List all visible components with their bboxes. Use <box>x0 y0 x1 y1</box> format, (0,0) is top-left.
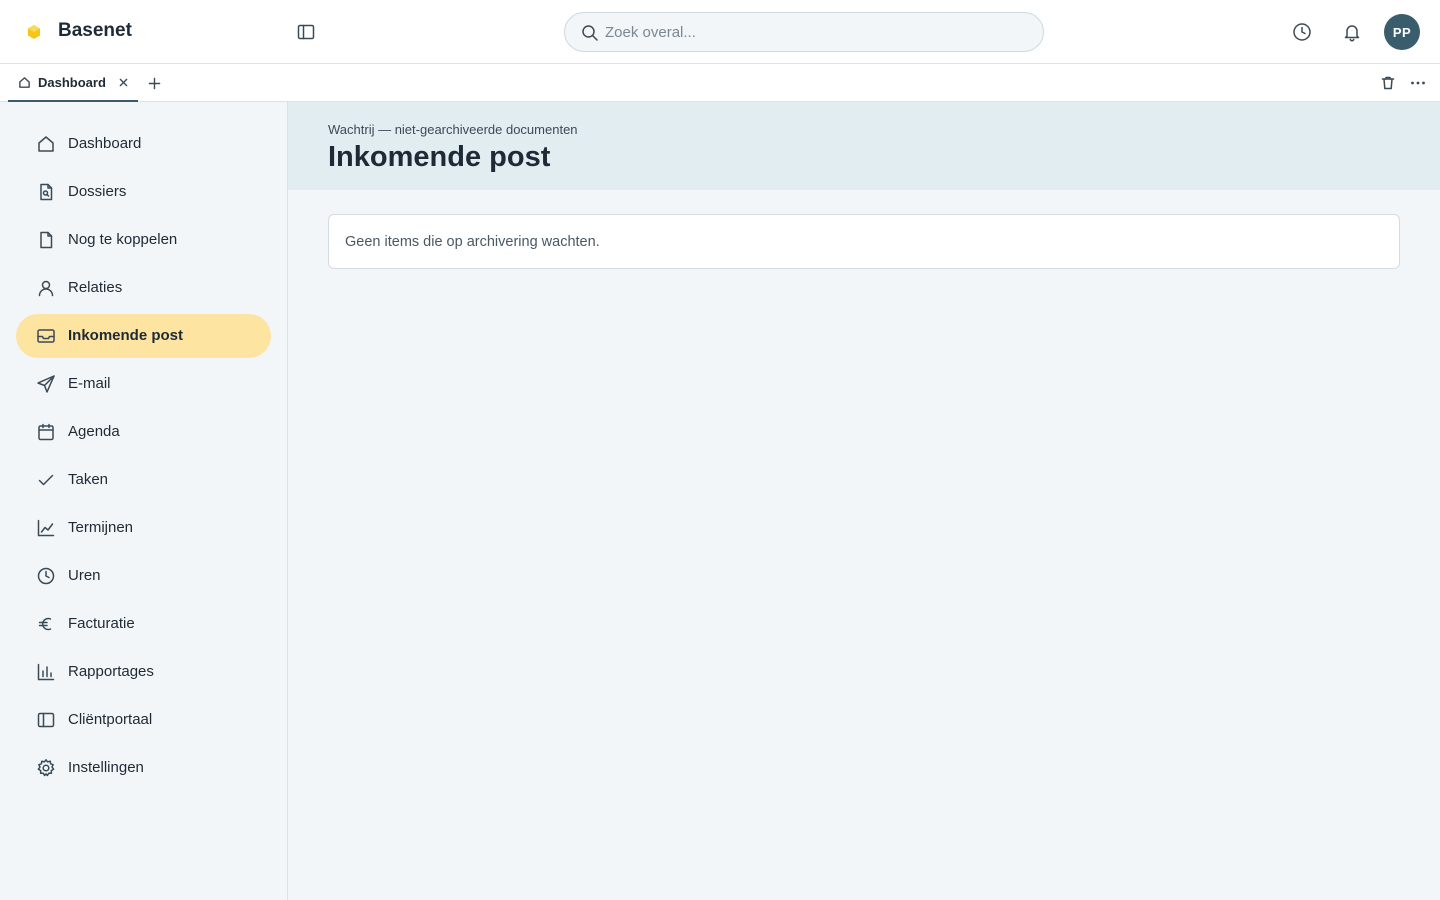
sidebar-item-label: Uren <box>68 567 101 584</box>
empty-state-card: Geen items die op archivering wachten. <box>328 214 1400 269</box>
basenet-logo-icon[interactable] <box>24 20 44 44</box>
home-icon <box>36 134 56 154</box>
user-icon <box>36 278 56 298</box>
sidebar-item-label: Agenda <box>68 423 120 440</box>
sidebar-item-nog-te-koppelen[interactable]: Nog te koppelen <box>16 218 271 262</box>
home-icon <box>18 75 32 89</box>
sidebar-item-rapportages[interactable]: Rapportages <box>16 650 271 694</box>
sidebar-item-instellingen[interactable]: Instellingen <box>16 746 271 790</box>
search-icon <box>581 24 599 42</box>
sidebar-item-label: Rapportages <box>68 663 154 680</box>
sidebar-item-termijnen[interactable]: Termijnen <box>16 506 271 550</box>
file-search-icon <box>36 182 56 202</box>
page-header: Wachtrij — niet-gearchiveerde documenten… <box>288 102 1440 190</box>
empty-state-message: Geen items die op archivering wachten. <box>345 234 600 250</box>
panel-icon <box>36 710 56 730</box>
more-options-icon[interactable] <box>1409 75 1427 91</box>
sidebar-item-dossiers[interactable]: Dossiers <box>16 170 271 214</box>
brand-name: Basenet <box>58 20 132 41</box>
search-input[interactable] <box>605 13 1025 51</box>
sidebar-item-label: Termijnen <box>68 519 134 536</box>
euro-icon <box>36 614 56 634</box>
sidebar-toggle-icon[interactable] <box>294 20 318 44</box>
history-clock-icon[interactable] <box>1290 20 1314 44</box>
sidebar-item-clientportaal[interactable]: Cliëntportaal <box>16 698 271 742</box>
line-chart-icon <box>36 518 56 538</box>
file-icon <box>36 230 56 250</box>
tab-dashboard[interactable]: Dashboard <box>8 64 138 102</box>
sidebar-item-label: Nog te koppelen <box>68 231 178 248</box>
sidebar-item-inkomende-post[interactable]: Inkomende post <box>16 314 271 358</box>
page-subtitle: Wachtrij — niet-gearchiveerde documenten <box>328 122 578 137</box>
add-tab-plus-icon[interactable] <box>146 75 162 91</box>
sidebar-item-label: Relaties <box>68 279 123 296</box>
page-title: Inkomende post <box>328 141 551 173</box>
close-icon[interactable] <box>117 76 129 88</box>
calendar-icon <box>36 422 56 442</box>
gear-icon <box>36 758 56 778</box>
trash-icon[interactable] <box>1380 75 1396 91</box>
bell-icon[interactable] <box>1340 20 1364 44</box>
sidebar-item-label: Dossiers <box>68 183 127 200</box>
tab-label: Dashboard <box>38 74 106 90</box>
sidebar-item-label: Facturatie <box>68 615 135 632</box>
sidebar-item-e-mail[interactable]: E-mail <box>16 362 271 406</box>
bar-chart-icon <box>36 662 56 682</box>
sidebar-item-dashboard[interactable]: Dashboard <box>16 122 271 166</box>
sidebar-item-label: Dashboard <box>68 135 142 152</box>
sidebar-item-uren[interactable]: Uren <box>16 554 271 598</box>
sidebar-item-label: E-mail <box>68 375 111 392</box>
sidebar-item-agenda[interactable]: Agenda <box>16 410 271 454</box>
tab-bar: Dashboard <box>0 64 1440 102</box>
avatar[interactable]: PP <box>1384 14 1420 50</box>
sidebar: Dashboard Dossiers Nog te koppelen Relat… <box>0 102 288 900</box>
sidebar-item-label: Cliëntportaal <box>68 711 153 728</box>
sidebar-item-label: Instellingen <box>68 759 144 776</box>
sidebar-item-label: Taken <box>68 471 109 488</box>
send-icon <box>36 374 56 394</box>
sidebar-item-taken[interactable]: Taken <box>16 458 271 502</box>
top-header: Basenet PP <box>0 0 1440 64</box>
check-icon <box>36 470 56 490</box>
sidebar-item-facturatie[interactable]: Facturatie <box>16 602 271 646</box>
sidebar-item-label: Inkomende post <box>68 327 184 344</box>
clock-icon <box>36 566 56 586</box>
sidebar-item-relaties[interactable]: Relaties <box>16 266 271 310</box>
search-bar <box>564 12 1044 52</box>
inbox-icon <box>36 326 56 346</box>
